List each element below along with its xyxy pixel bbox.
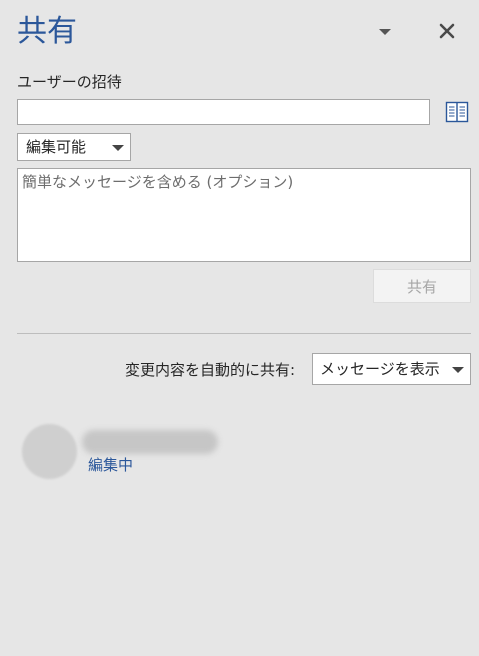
share-button[interactable]: 共有	[373, 269, 471, 303]
message-input[interactable]	[17, 168, 471, 262]
auto-share-selected-value: メッセージを表示	[320, 360, 440, 378]
invite-input[interactable]	[17, 99, 430, 125]
permission-dropdown[interactable]: 編集可能	[17, 133, 131, 161]
chevron-down-icon	[379, 29, 391, 35]
close-button[interactable]	[435, 19, 459, 43]
close-icon	[439, 23, 455, 39]
address-book-button[interactable]	[444, 99, 470, 125]
auto-share-dropdown[interactable]: メッセージを表示	[312, 353, 471, 385]
shared-user-item[interactable]: 編集中	[22, 424, 322, 480]
user-name-redacted	[82, 430, 218, 454]
chevron-down-icon	[112, 145, 124, 151]
user-status: 編集中	[88, 456, 134, 474]
pane-title: 共有	[17, 14, 77, 49]
address-book-icon	[445, 101, 469, 123]
pane-options-button[interactable]	[372, 21, 398, 43]
invite-label: ユーザーの招待	[17, 73, 122, 91]
section-divider	[17, 333, 471, 334]
permission-selected-value: 編集可能	[26, 138, 87, 156]
auto-share-label: 変更内容を自動的に共有:	[124, 361, 295, 379]
chevron-down-icon	[452, 367, 464, 373]
avatar	[22, 424, 77, 479]
